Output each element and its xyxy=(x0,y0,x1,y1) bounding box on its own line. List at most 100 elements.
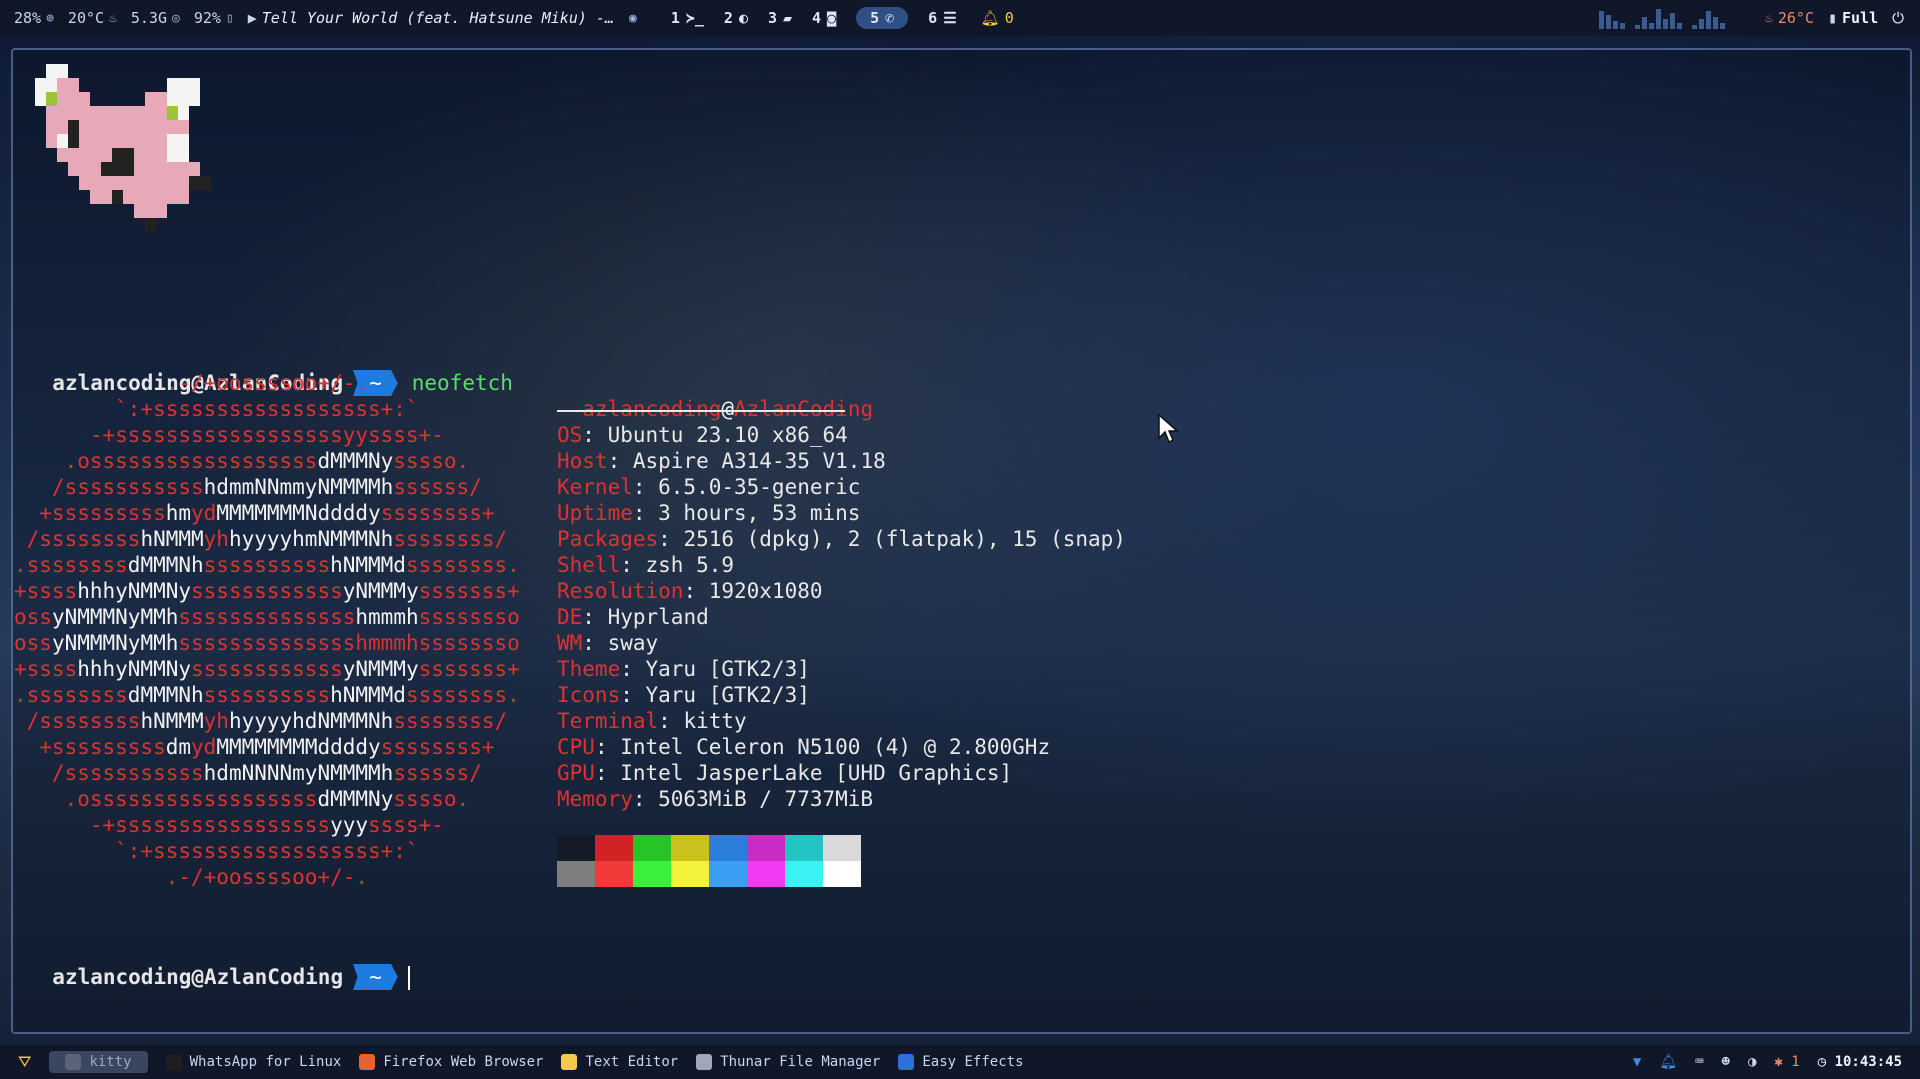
sprite-pixel xyxy=(79,176,90,190)
task-list: kitty WhatsApp for Linux Firefox Web Brows… xyxy=(31,1051,1024,1073)
memory-widget[interactable]: 5.3G ◎ xyxy=(131,9,180,27)
ascii-segment: ssssssss+ xyxy=(380,735,495,759)
workspace-switcher: 1 ≻_ 2 ◐ 3 ▰ 4 ◙ 5 ✆ 6 ☰ xyxy=(661,7,967,29)
color-swatch xyxy=(785,861,823,887)
prompt-line-2[interactable]: azlancoding@AzlanCoding ~ xyxy=(27,938,410,990)
bluetooth-widget[interactable]: ✱ 1 xyxy=(1774,1054,1799,1070)
info-row: OS: Ubuntu 23.10 x86_64 xyxy=(557,422,848,448)
info-value: : Yaru [GTK2/3] xyxy=(620,657,810,681)
info-value: : Hyprland xyxy=(582,605,709,629)
workspace-1[interactable]: 1 ≻_ xyxy=(671,7,704,29)
ascii-segment: oss xyxy=(14,631,52,655)
clock-widget[interactable]: ◷ 10:43:45 xyxy=(1818,1054,1902,1070)
ascii-row: /sssssssshNMMMyhhyyyyhdNMMMNhssssssss/ xyxy=(14,708,507,734)
keyboard-icon[interactable]: ⌨ xyxy=(1695,1054,1703,1070)
flame-icon: ♨ xyxy=(109,10,117,26)
sprite-pixel xyxy=(112,134,123,148)
sprite-pixel xyxy=(189,162,200,176)
sprite-pixel xyxy=(35,92,46,106)
ascii-segment: ssssss/ xyxy=(393,475,482,499)
color-swatch xyxy=(595,835,633,861)
terminal-icon xyxy=(65,1054,82,1070)
thermometer-icon: ♨ xyxy=(1765,10,1773,26)
battery-widget[interactable]: 92% ▯ xyxy=(194,9,234,27)
notification-bell-icon[interactable]: 🔔︎ xyxy=(1659,1054,1677,1070)
workspace-6[interactable]: 6 ☰ xyxy=(928,7,956,29)
info-row: CPU: Intel Celeron N5100 (4) @ 2.800GHz xyxy=(557,734,1050,760)
workspace-5[interactable]: 5 ✆ xyxy=(856,7,909,29)
top-bar: 28% ⊚ 20°C ♨ 5.3G ◎ 92% ▯ ▶ Tell Your Wo… xyxy=(0,0,1920,36)
discord-icon[interactable]: ☻ xyxy=(1722,1054,1730,1070)
sprite-pixel xyxy=(167,148,178,162)
ascii-segment: -+sssssssssssssssss xyxy=(14,813,331,837)
taskbar-item-easy-effects[interactable]: Easy Effects xyxy=(898,1054,1024,1070)
info-row: Icons: Yaru [GTK2/3] xyxy=(557,682,810,708)
sprite-pixel xyxy=(112,148,123,162)
mouse-pointer-icon xyxy=(1158,414,1178,444)
color-swatch xyxy=(709,861,747,887)
sprite-pixel xyxy=(145,106,156,120)
audio-visualizer xyxy=(1599,7,1726,29)
network-icon[interactable]: ▼ xyxy=(1633,1054,1641,1070)
play-icon[interactable]: ▶ xyxy=(248,9,257,27)
info-key: Shell xyxy=(557,553,621,577)
color-swatch xyxy=(747,835,785,861)
sprite-pixel xyxy=(101,148,112,162)
sprite-pixel xyxy=(145,190,156,204)
workspace-number: 3 xyxy=(767,9,777,27)
workspace-3[interactable]: 3 ▰ xyxy=(768,7,792,29)
ascii-row: -+ssssssssssssssssssyyssss+- xyxy=(14,422,444,448)
taskbar-item-whatsapp[interactable]: WhatsApp for Linux xyxy=(165,1054,341,1070)
ascii-segment: +ssss xyxy=(14,579,78,603)
color-swatch xyxy=(633,835,671,861)
color-swatch xyxy=(557,861,595,887)
info-value: : Ubuntu 23.10 x86_64 xyxy=(582,423,848,447)
power-icon: ⏻ xyxy=(1892,9,1904,27)
sprite-pixel xyxy=(145,120,156,134)
temperature-widget[interactable]: 20°C ♨ xyxy=(68,9,117,27)
ascii-segment: sssssss+ xyxy=(418,579,520,603)
sprite-pixel xyxy=(167,176,178,190)
sprite-pixel xyxy=(156,204,167,218)
color-swatch xyxy=(595,861,633,887)
sprite-pixel xyxy=(101,106,112,120)
ascii-segment: ssssssss. xyxy=(405,683,520,707)
sprite-pixel xyxy=(112,162,123,176)
ascii-segment: sssssss+ xyxy=(418,657,520,681)
color-swatch xyxy=(671,835,709,861)
hyprland-icon[interactable]: ⛛ xyxy=(18,1052,31,1072)
workspace-2[interactable]: 2 ◐ xyxy=(724,7,748,29)
info-row: Theme: Yaru [GTK2/3] xyxy=(557,656,810,682)
sprite-pixel xyxy=(189,78,200,92)
info-row: GPU: Intel JasperLake [UHD Graphics] xyxy=(557,760,1012,786)
sprite-pixel xyxy=(90,176,101,190)
taskbar-item-thunar[interactable]: Thunar File Manager xyxy=(696,1054,880,1070)
weather-widget[interactable]: ♨ 26°C xyxy=(1765,9,1814,27)
header-host: AzlanCoding xyxy=(734,397,874,421)
cpu-widget[interactable]: 28% ⊚ xyxy=(14,9,54,27)
sprite-pixel xyxy=(112,120,123,134)
workspace-number: 4 xyxy=(812,9,822,27)
sprite-pixel xyxy=(156,162,167,176)
taskbar-item-label: Firefox Web Browser xyxy=(383,1054,544,1070)
taskbar-item-terminal[interactable]: kitty xyxy=(49,1051,148,1073)
ascii-row: ossyNMMMNyMMhsssssssssssssshmmmhssssssso xyxy=(14,604,520,630)
ascii-segment: .-/+oossssoo+/-. xyxy=(14,865,369,889)
sprite-pixel xyxy=(123,120,134,134)
taskbar-item-text-editor[interactable]: Text Editor xyxy=(561,1054,678,1070)
power-button[interactable]: ⏻ xyxy=(1892,9,1904,27)
night-light-icon[interactable]: ◑ xyxy=(1748,1054,1756,1070)
media-widget[interactable]: ▶ Tell Your World (feat. Hatsune Miku) -… xyxy=(248,9,637,27)
sprite-pixel xyxy=(178,134,189,148)
workspace-4[interactable]: 4 ◙ xyxy=(812,7,836,29)
taskbar-item-firefox[interactable]: Firefox Web Browser xyxy=(359,1054,543,1070)
sprite-pixel xyxy=(167,134,178,148)
sprite-pixel xyxy=(167,92,178,106)
whatsapp-icon xyxy=(165,1054,182,1070)
info-value: : sway xyxy=(582,631,659,655)
notification-widget[interactable]: 🔔︎ 0 xyxy=(981,9,1014,27)
sprite-pixel xyxy=(68,78,79,92)
battery-mode-widget[interactable]: ▮ Full xyxy=(1828,9,1878,27)
sprite-pixel xyxy=(134,190,145,204)
color-swatch xyxy=(633,861,671,887)
